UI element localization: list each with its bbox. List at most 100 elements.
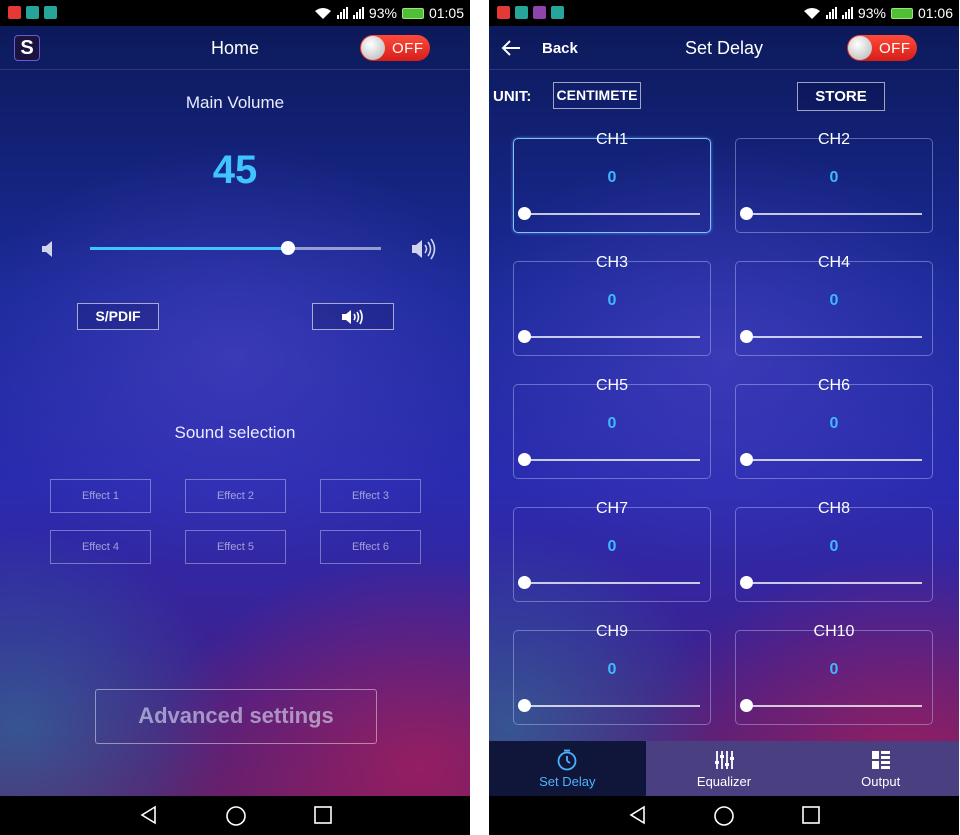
- channel-slider-thumb[interactable]: [740, 453, 753, 466]
- main-volume-label: Main Volume: [185, 93, 285, 112]
- channel-card-1[interactable]: CH1 0: [513, 131, 711, 233]
- sound-selection-label: Sound selection: [174, 423, 296, 442]
- set-delay-screen: 93% 01:06 Back Set Delay OFF UNIT: CENTI…: [489, 0, 959, 835]
- unit-label: UNIT:: [493, 88, 532, 105]
- effect-2-button[interactable]: Effect 2: [185, 479, 286, 513]
- effect-3-button[interactable]: Effect 3: [320, 479, 421, 513]
- channel-slider-thumb[interactable]: [740, 330, 753, 343]
- power-toggle[interactable]: OFF: [360, 35, 430, 61]
- app-notification-icon: [551, 6, 564, 19]
- channel-slider-thumb[interactable]: [740, 576, 753, 589]
- background-gradient: [0, 26, 470, 796]
- timer-icon: [557, 749, 577, 771]
- home-screen: 93% 01:05 S Home OFF Main Volume 45 S/PD…: [0, 0, 470, 835]
- channel-card-6[interactable]: CH6 0: [735, 377, 933, 479]
- clock: 01:06: [917, 5, 953, 21]
- channel-delay-value: 0: [607, 415, 617, 432]
- channel-slider-thumb[interactable]: [518, 330, 531, 343]
- channel-card-9[interactable]: CH9 0: [513, 623, 711, 725]
- channel-name: CH7: [595, 500, 628, 517]
- tab-set-delay[interactable]: Set Delay: [489, 741, 646, 796]
- channel-card-5[interactable]: CH5 0: [513, 377, 711, 479]
- channel-delay-value: 0: [829, 538, 839, 555]
- toggle-knob: [361, 36, 385, 60]
- channel-delay-value: 0: [607, 538, 617, 555]
- nav-back-icon[interactable]: [139, 805, 159, 825]
- battery-icon: [890, 7, 913, 19]
- channel-delay-value: 0: [607, 661, 617, 678]
- channel-name: CH3: [595, 254, 628, 271]
- channel-delay-slider[interactable]: [524, 336, 700, 338]
- signal-2g-icon: [336, 7, 348, 19]
- channel-card-8[interactable]: CH8 0: [735, 500, 933, 602]
- nav-back-icon[interactable]: [628, 805, 648, 825]
- unit-selector[interactable]: CENTIMETER: [553, 82, 641, 109]
- speaker-output-button[interactable]: [312, 303, 394, 330]
- status-bar: 93% 01:06: [489, 0, 959, 26]
- app-notification-icon: [44, 6, 57, 19]
- effect-1-button[interactable]: Effect 1: [50, 479, 151, 513]
- channel-slider-thumb[interactable]: [518, 207, 531, 220]
- channel-delay-value: 0: [607, 292, 617, 309]
- volume-high-icon[interactable]: [410, 238, 438, 260]
- channel-delay-slider[interactable]: [524, 213, 700, 215]
- tab-output[interactable]: Output: [802, 741, 959, 796]
- nav-home-icon[interactable]: [225, 805, 247, 827]
- channel-delay-slider[interactable]: [524, 582, 700, 584]
- store-button[interactable]: STORE: [797, 82, 885, 111]
- spdif-button[interactable]: S/PDIF: [77, 303, 159, 330]
- tab-equalizer[interactable]: Equalizer: [645, 741, 803, 796]
- channel-name: CH6: [817, 377, 850, 394]
- volume-slider[interactable]: [90, 241, 381, 255]
- nav-home-icon[interactable]: [713, 805, 735, 827]
- channel-slider-thumb[interactable]: [518, 453, 531, 466]
- system-nav-bar: [489, 796, 959, 835]
- toggle-label: OFF: [879, 40, 911, 57]
- channel-delay-slider[interactable]: [746, 705, 922, 707]
- channel-card-7[interactable]: CH7 0: [513, 500, 711, 602]
- channel-card-2[interactable]: CH2 0: [735, 131, 933, 233]
- signal-2g-icon: [825, 7, 837, 19]
- nav-recents-icon[interactable]: [313, 805, 333, 825]
- channel-name: CH1: [595, 131, 628, 148]
- wifi-icon: [314, 7, 331, 19]
- channel-name: CH2: [817, 131, 850, 148]
- effect-4-button[interactable]: Effect 4: [50, 530, 151, 564]
- clock: 01:05: [428, 5, 464, 21]
- status-bar: 93% 01:05: [0, 0, 470, 26]
- channel-delay-value: 0: [607, 169, 617, 186]
- channel-name: CH9: [595, 623, 628, 640]
- channel-delay-slider[interactable]: [524, 459, 700, 461]
- channel-slider-thumb[interactable]: [740, 207, 753, 220]
- notification-icons: [497, 6, 564, 19]
- power-toggle[interactable]: OFF: [847, 35, 917, 61]
- channel-delay-slider[interactable]: [746, 582, 922, 584]
- channel-delay-value: 0: [829, 169, 839, 186]
- channel-slider-thumb[interactable]: [740, 699, 753, 712]
- channel-card-10[interactable]: CH10 0: [735, 623, 933, 725]
- channel-delay-slider[interactable]: [746, 213, 922, 215]
- channel-slider-thumb[interactable]: [518, 576, 531, 589]
- effect-5-button[interactable]: Effect 5: [185, 530, 286, 564]
- nav-recents-icon[interactable]: [801, 805, 821, 825]
- volume-low-icon[interactable]: [40, 240, 56, 258]
- notification-icons: [8, 6, 57, 19]
- toggle-knob: [848, 36, 872, 60]
- channel-card-3[interactable]: CH3 0: [513, 254, 711, 356]
- battery-icon: [401, 7, 424, 19]
- channel-name: CH5: [595, 377, 628, 394]
- channel-slider-thumb[interactable]: [518, 699, 531, 712]
- channel-delay-slider[interactable]: [524, 705, 700, 707]
- channel-delay-slider[interactable]: [746, 459, 922, 461]
- channel-delay-slider[interactable]: [746, 336, 922, 338]
- equalizer-sliders-icon: [715, 751, 734, 769]
- volume-slider-thumb[interactable]: [280, 241, 295, 255]
- channel-card-4[interactable]: CH4 0: [735, 254, 933, 356]
- advanced-settings-button[interactable]: Advanced settings: [95, 689, 377, 744]
- channel-name: CH10: [813, 623, 855, 640]
- effect-6-button[interactable]: Effect 6: [320, 530, 421, 564]
- app-notification-icon: [26, 6, 39, 19]
- wifi-icon: [803, 7, 820, 19]
- tab-label: Equalizer: [696, 774, 752, 789]
- unit-value: CENTIMETER: [556, 87, 638, 103]
